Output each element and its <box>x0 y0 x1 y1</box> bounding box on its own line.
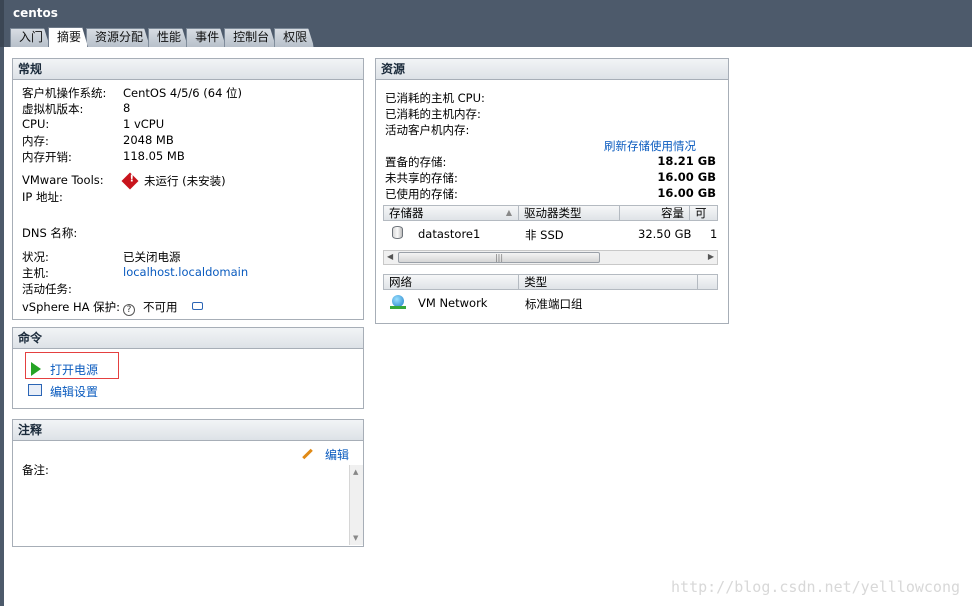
memory-overhead-label: 内存开销: <box>22 150 72 164</box>
host-label: 主机: <box>22 266 49 280</box>
datastore-icon <box>392 226 403 239</box>
state-label: 状况: <box>22 250 49 264</box>
scroll-up-icon: ▲ <box>353 468 359 476</box>
general-panel-title: 常规 <box>13 59 363 80</box>
refresh-storage-link[interactable]: 刷新存储使用情况 <box>604 138 696 154</box>
provisioned-storage-label: 置备的存储: <box>385 155 447 169</box>
ha-status: ? 不可用 <box>123 299 203 316</box>
col-free[interactable]: 可用 <box>690 206 717 220</box>
commands-panel: 命令 打开电源 编辑设置 <box>12 327 364 409</box>
tasks-label: 活动任务: <box>22 282 72 296</box>
provisioned-storage-value: 18.21 GB <box>657 154 716 168</box>
resources-panel: 资源 已消耗的主机 CPU: 已消耗的主机内存: 活动客户机内存: 刷新存储使用… <box>375 58 729 324</box>
vm-version-label: 虚拟机版本: <box>22 102 84 116</box>
left-border <box>0 47 4 606</box>
unshared-storage-value: 16.00 GB <box>657 170 716 184</box>
memory-value: 2048 MB <box>123 133 174 147</box>
tab-performance[interactable]: 性能 <box>148 28 188 47</box>
notes-edit-button[interactable]: 编辑 <box>325 446 349 463</box>
tab-permissions[interactable]: 权限 <box>274 28 314 47</box>
unshared-storage-label: 未共享的存储: <box>385 171 458 185</box>
scroll-down-icon: ▼ <box>353 534 359 542</box>
power-on-button[interactable]: 打开电源 <box>50 361 98 378</box>
ip-label: IP 地址: <box>22 190 63 204</box>
host-link[interactable]: localhost.localdomain <box>123 265 248 279</box>
datastore-hscrollbar[interactable]: ◀ ||| ▶ <box>383 250 718 265</box>
ha-value: 不可用 <box>143 300 178 314</box>
notes-panel: 注释 编辑 备注: ▲ ▼ <box>12 419 364 547</box>
used-storage-label: 已使用的存储: <box>385 187 458 201</box>
tab-summary[interactable]: 摘要 <box>48 27 88 47</box>
datastore-grid-header: 存储器 ▲ 驱动器类型 容量 可用 <box>383 205 718 221</box>
col-network-extra <box>698 275 717 289</box>
comment-icon[interactable] <box>191 302 203 310</box>
memory-overhead-value: 118.05 MB <box>123 149 185 163</box>
datastore-capacity: 32.50 GB <box>638 227 692 241</box>
consumed-memory-label: 已消耗的主机内存: <box>385 107 481 121</box>
cpu-label: CPU: <box>22 117 50 131</box>
commands-panel-title: 命令 <box>13 328 363 349</box>
network-grid-header: 网络 类型 <box>383 274 718 290</box>
play-icon <box>31 362 41 376</box>
sort-icon: ▲ <box>505 208 512 217</box>
state-value: 已关闭电源 <box>123 250 181 264</box>
tab-getting-started[interactable]: 入门 <box>10 28 50 47</box>
memory-label: 内存: <box>22 134 49 148</box>
datastore-name[interactable]: datastore1 <box>418 227 480 241</box>
ha-label: vSphere HA 保护: <box>22 300 121 314</box>
pencil-icon <box>302 448 313 460</box>
tab-resource-allocation[interactable]: 资源分配 <box>86 28 150 47</box>
tab-console[interactable]: 控制台 <box>224 28 276 47</box>
warning-icon <box>121 172 139 190</box>
tab-events[interactable]: 事件 <box>186 28 226 47</box>
datastore-free: 15 <box>710 227 718 241</box>
col-capacity[interactable]: 容量 <box>620 206 690 220</box>
used-storage-value: 16.00 GB <box>657 186 716 200</box>
active-guest-memory-label: 活动客户机内存: <box>385 123 470 137</box>
title-bar: centos 入门 摘要 资源分配 性能 事件 控制台 权限 <box>0 0 972 47</box>
scroll-left-icon[interactable]: ◀ <box>387 252 393 261</box>
scroll-right-icon[interactable]: ▶ <box>708 252 714 261</box>
col-datastore-label: 存储器 <box>389 206 424 220</box>
resources-panel-title: 资源 <box>376 59 728 80</box>
datastore-type: 非 SSD <box>525 228 564 242</box>
col-datastore[interactable]: 存储器 ▲ <box>384 206 519 220</box>
tab-bar: 入门 摘要 资源分配 性能 事件 控制台 权限 <box>10 27 312 47</box>
scroll-thumb[interactable]: ||| <box>398 252 600 263</box>
col-network[interactable]: 网络 <box>384 275 520 289</box>
edit-settings-icon <box>28 384 42 396</box>
col-network-type[interactable]: 类型 <box>519 275 699 289</box>
network-type: 标准端口组 <box>525 297 583 311</box>
help-icon[interactable]: ? <box>123 304 135 316</box>
edit-settings-button[interactable]: 编辑设置 <box>50 383 98 400</box>
vmware-tools-label: VMware Tools: <box>22 173 104 187</box>
notes-label: 备注: <box>22 463 49 477</box>
guest-os-value: CentOS 4/5/6 (64 位) <box>123 86 243 100</box>
consumed-cpu-label: 已消耗的主机 CPU: <box>385 91 485 105</box>
vmware-tools-value: 未运行 (未安装) <box>144 174 226 188</box>
dns-label: DNS 名称: <box>22 226 78 240</box>
cpu-value: 1 vCPU <box>123 117 165 131</box>
vm-version-value: 8 <box>123 101 131 115</box>
notes-scrollbar[interactable]: ▲ ▼ <box>349 465 363 545</box>
guest-os-label: 客户机操作系统: <box>22 86 107 100</box>
watermark: http://blog.csdn.net/yelllowcong <box>671 578 960 596</box>
window-title: centos <box>13 6 58 20</box>
network-icon <box>390 295 406 309</box>
grip-icon: ||| <box>494 253 504 262</box>
vmware-tools-status: 未运行 (未安装) <box>121 172 226 190</box>
general-panel: 常规 客户机操作系统: CentOS 4/5/6 (64 位) 虚拟机版本: 8… <box>12 58 364 320</box>
col-drive-type[interactable]: 驱动器类型 <box>519 206 620 220</box>
network-name[interactable]: VM Network <box>418 296 487 310</box>
notes-panel-title: 注释 <box>13 420 363 441</box>
commands-body: 打开电源 编辑设置 <box>13 349 363 408</box>
